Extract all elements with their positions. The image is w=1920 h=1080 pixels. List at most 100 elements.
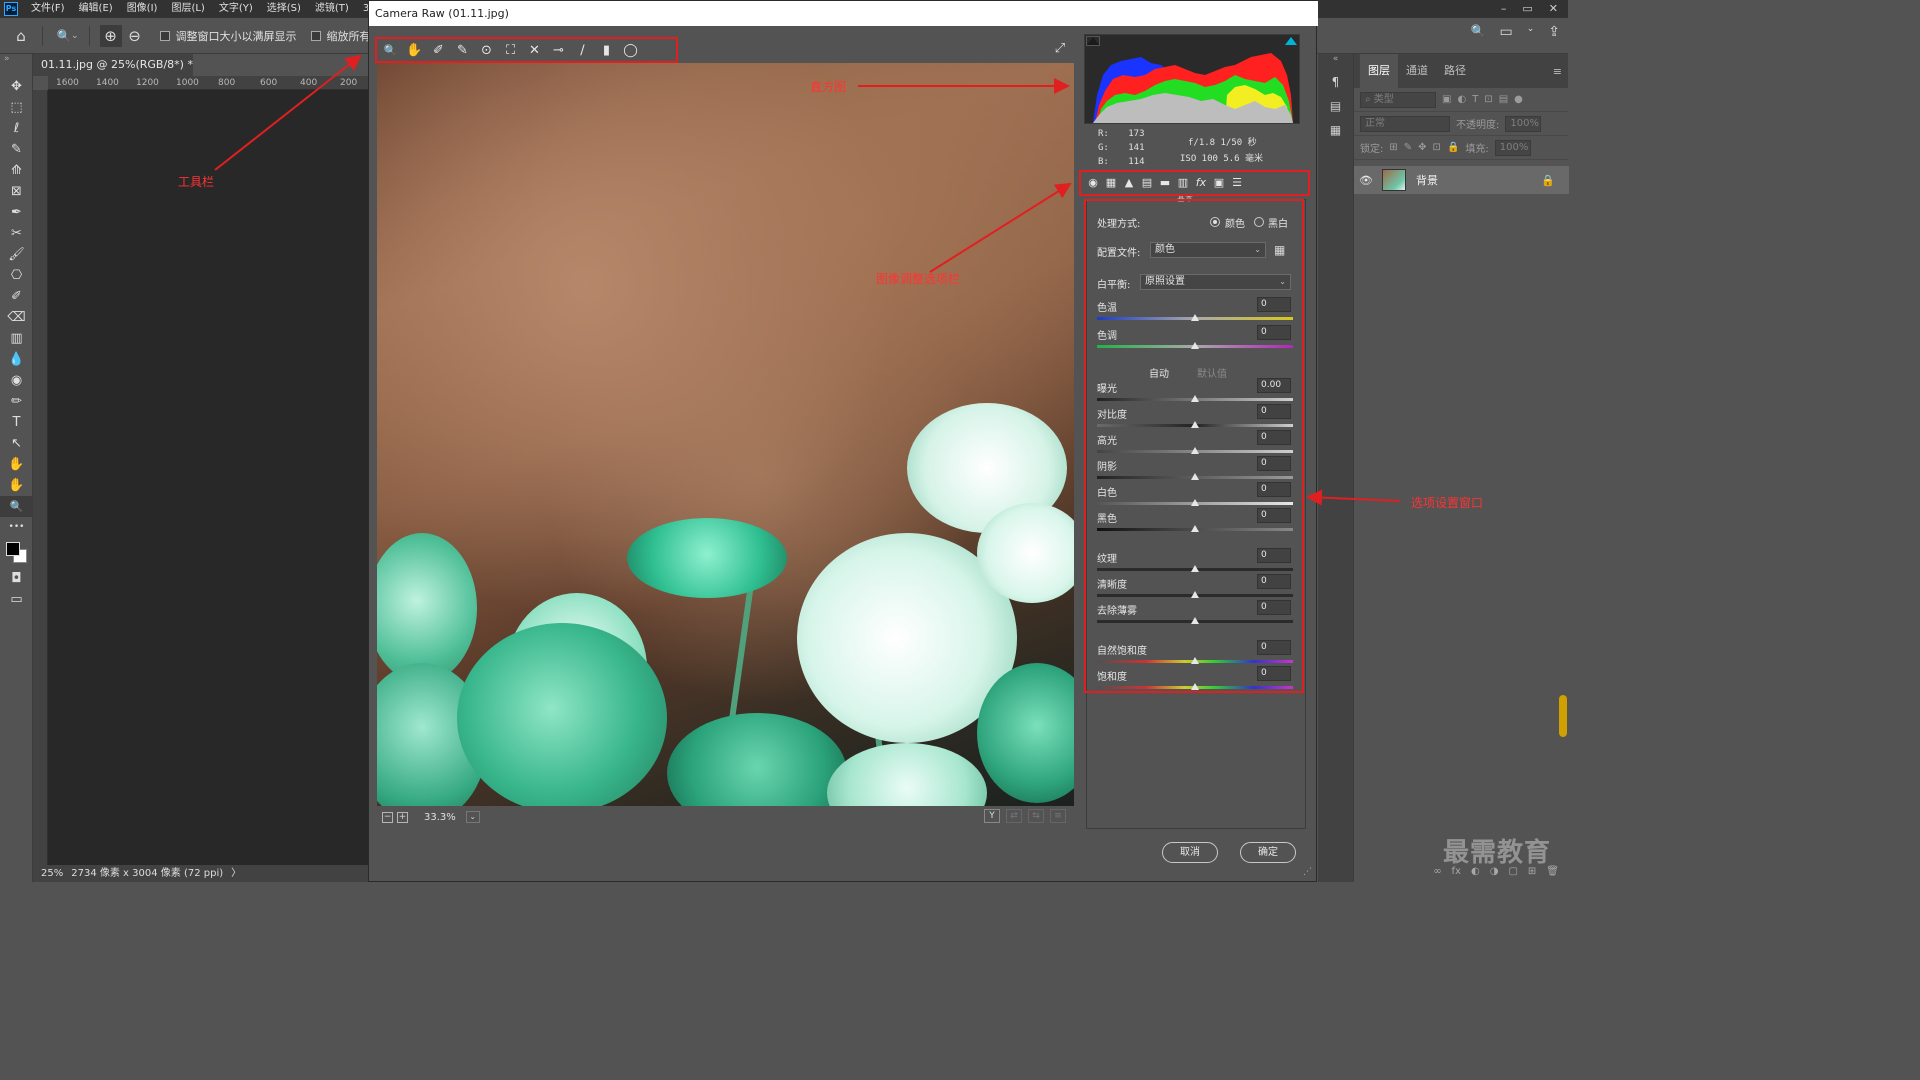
restore-icon[interactable]: ▭ [1522, 0, 1532, 18]
status-caret-icon[interactable]: 〉 [231, 865, 241, 882]
filter-type-icon[interactable]: T [1472, 94, 1478, 105]
menu-filter[interactable]: 滤镜(T) [308, 0, 356, 18]
status-zoom[interactable]: 25% [41, 865, 63, 882]
zoom-out-icon[interactable]: ⊖ [124, 25, 146, 47]
watermark-logo: 最需教育 [1443, 838, 1552, 868]
menu-type[interactable]: 文字(Y) [212, 0, 260, 18]
more-tools-icon[interactable]: ••• [0, 517, 33, 538]
menu-layer[interactable]: 图层(L) [164, 0, 211, 18]
properties-panel-icon[interactable]: ▤ [1318, 94, 1353, 118]
leaf [827, 743, 987, 806]
layer-filter-select[interactable]: ⌕ 类型 [1360, 91, 1436, 108]
copy-settings-button[interactable]: ⇆ [1028, 809, 1044, 823]
blend-mode-select[interactable]: 正常 [1360, 115, 1450, 132]
panel-menu-icon[interactable]: ≡ [1553, 65, 1562, 78]
brush-tool-icon[interactable]: 🖌 [0, 244, 33, 265]
document-canvas[interactable] [48, 90, 368, 865]
lock-all-icon[interactable]: 🔒 [1447, 142, 1459, 153]
workspace-icon[interactable]: ▭ [1499, 24, 1512, 40]
pen-tool-icon[interactable]: ✏ [0, 391, 33, 412]
strip-collapse-icon[interactable]: « [1318, 54, 1353, 70]
share-icon[interactable]: ⇪ [1548, 24, 1560, 40]
toolbar-collapse-icon[interactable]: » [0, 54, 32, 76]
image-preview[interactable] [377, 63, 1074, 806]
swap-settings-button[interactable]: ⇄ [1006, 809, 1022, 823]
dodge-tool-icon[interactable]: ◉ [0, 370, 33, 391]
toggle-settings-button[interactable]: ≡ [1050, 809, 1066, 823]
filter-adjust-icon[interactable]: ◐ [1457, 94, 1466, 105]
eye-icon[interactable]: 👁 [1354, 174, 1378, 187]
eraser-tool-icon[interactable]: ⌫ [0, 307, 33, 328]
lock-pixels-icon[interactable]: ⊞ [1389, 142, 1397, 153]
filter-smart-icon[interactable]: ▤ [1499, 94, 1508, 105]
stamp-tool-icon[interactable]: ⎔ [0, 265, 33, 286]
before-after-view-button[interactable]: Y [984, 809, 1000, 823]
frame-tool-icon[interactable]: ⊠ [0, 181, 33, 202]
fill-input[interactable]: 100% [1494, 139, 1531, 156]
shadow-clipping-icon[interactable] [1086, 36, 1100, 46]
resize-grip-icon[interactable]: ⋰ [1303, 867, 1312, 877]
lasso-tool-icon[interactable]: ℓ [0, 118, 33, 139]
zoom-in-icon[interactable]: ⊕ [99, 24, 122, 47]
paragraph-panel-icon[interactable]: ¶ [1318, 70, 1353, 94]
foreground-color-swatch[interactable] [6, 542, 20, 556]
tab-channels[interactable]: 通道 [1398, 54, 1436, 88]
filter-toggle-icon[interactable]: ● [1514, 94, 1523, 105]
shape-tool-icon[interactable]: ✋ [0, 454, 33, 475]
blur-tool-icon[interactable]: 💧 [0, 349, 33, 370]
ruler-tick: 1000 [176, 78, 199, 88]
zoom-tool-caret-icon[interactable]: ⌄ [71, 31, 79, 41]
home-icon[interactable]: ⌂ [10, 25, 32, 47]
quick-mask-icon[interactable]: ◘ [0, 568, 33, 589]
move-tool-icon[interactable]: ✥ [0, 76, 33, 97]
eyedropper-tool-icon[interactable]: ✒ [0, 202, 33, 223]
history-brush-tool-icon[interactable]: ✐ [0, 286, 33, 307]
document-tab[interactable]: 01.11.jpg @ 25%(RGB/8*) * × [33, 54, 193, 93]
gradient-tool-icon[interactable]: ▥ [0, 328, 33, 349]
crop-tool-icon[interactable]: ⟰ [0, 160, 33, 181]
zoom-in-button[interactable]: + [397, 811, 408, 823]
close-icon[interactable]: ✕ [1549, 0, 1558, 18]
layer-item-background[interactable]: 👁 背景 🔒 [1354, 166, 1569, 194]
panel-scrollbar[interactable] [1559, 695, 1567, 737]
libraries-panel-icon[interactable]: ▦ [1318, 118, 1353, 142]
tab-layers[interactable]: 图层 [1360, 54, 1398, 88]
menu-select[interactable]: 选择(S) [260, 0, 308, 18]
leaf [627, 518, 787, 598]
menu-image[interactable]: 图像(I) [120, 0, 165, 18]
highlight-clipping-icon[interactable] [1285, 37, 1297, 45]
quick-select-tool-icon[interactable]: ✎ [0, 139, 33, 160]
filter-shape-icon[interactable]: ⊡ [1484, 94, 1492, 105]
path-select-tool-icon[interactable]: ↖ [0, 433, 33, 454]
ok-button[interactable]: 确定 [1240, 842, 1296, 863]
hand-tool-icon[interactable]: ✋ [0, 475, 33, 496]
lock-icon[interactable]: 🔒 [1541, 174, 1555, 187]
document-tab-label: 01.11.jpg @ 25%(RGB/8*) * [41, 58, 193, 71]
zoom-all-checkbox[interactable] [310, 30, 321, 41]
ruler-tick: 1200 [136, 78, 159, 88]
cancel-button[interactable]: 取消 [1162, 842, 1218, 863]
zoom-dropdown-icon[interactable]: ⌄ [465, 811, 480, 823]
screen-mode-icon[interactable]: ▭ [0, 589, 33, 610]
menu-edit[interactable]: 编辑(E) [72, 0, 120, 18]
link-layers-icon[interactable]: ∞ [1433, 862, 1441, 882]
tab-paths[interactable]: 路径 [1436, 54, 1474, 88]
minimize-icon[interactable]: – [1501, 0, 1507, 18]
resize-window-checkbox[interactable] [159, 30, 170, 41]
search-icon[interactable]: 🔍 [1471, 24, 1486, 40]
color-swatches[interactable] [0, 538, 33, 568]
healing-tool-icon[interactable]: ✂ [0, 223, 33, 244]
workspace-caret-icon[interactable]: ⌄ [1527, 24, 1535, 40]
opacity-input[interactable]: 100% [1505, 115, 1542, 132]
filter-pixel-icon[interactable]: ▣ [1442, 94, 1451, 105]
zoom-tool-icon[interactable]: 🔍 [0, 496, 33, 517]
marquee-tool-icon[interactable]: ⬚ [0, 97, 33, 118]
menu-file[interactable]: 文件(F) [24, 0, 72, 18]
lock-position-icon[interactable]: ✥ [1418, 142, 1426, 153]
zoom-out-button[interactable]: − [382, 811, 393, 823]
lock-brush-icon[interactable]: ✎ [1404, 142, 1412, 153]
lock-artboard-icon[interactable]: ⊡ [1433, 142, 1441, 153]
fullscreen-icon[interactable]: ⤢ [1049, 40, 1071, 58]
options-separator [42, 25, 43, 46]
type-tool-icon[interactable]: T [0, 412, 33, 433]
